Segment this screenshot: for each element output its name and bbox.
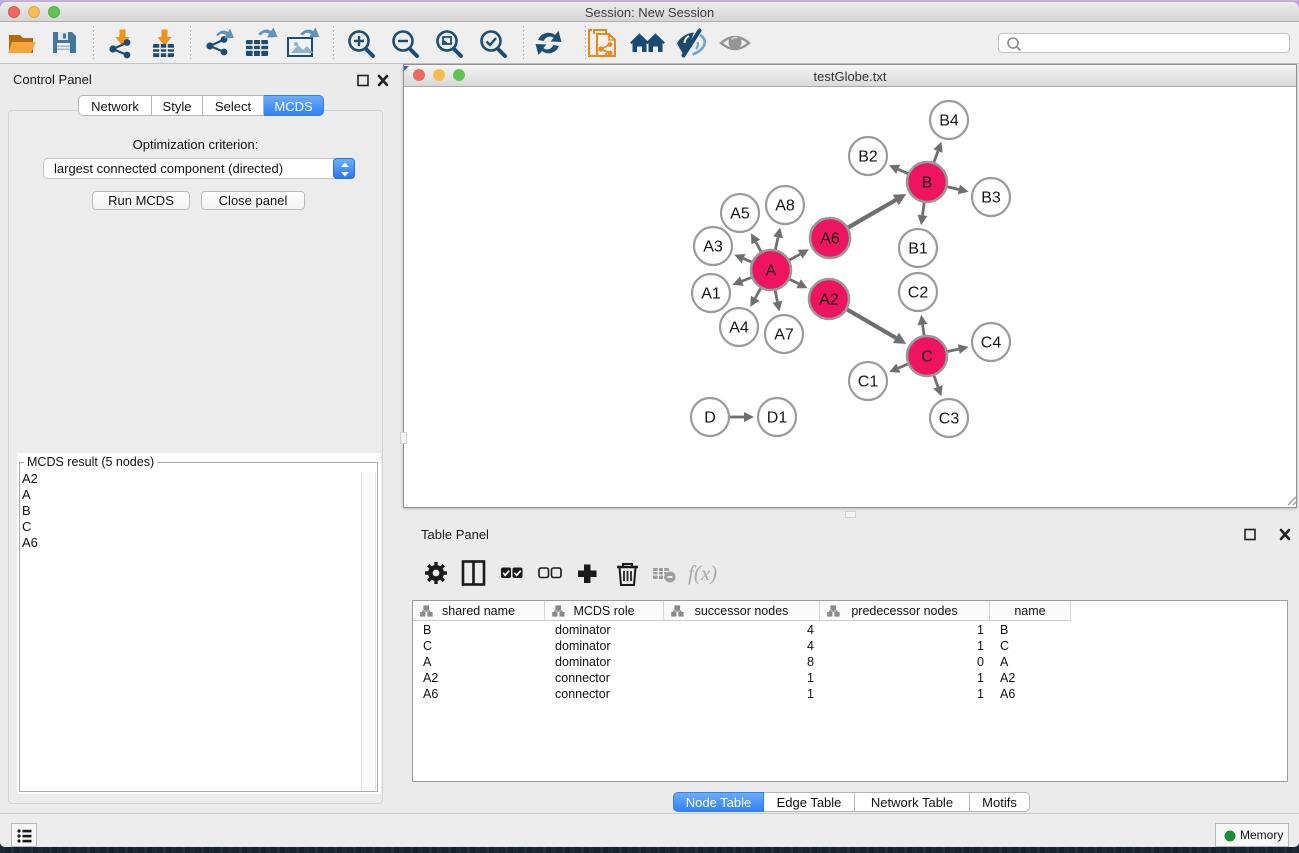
svg-text:B2: B2 <box>858 149 878 166</box>
svg-text:A5: A5 <box>730 206 750 223</box>
svg-text:A4: A4 <box>729 320 749 337</box>
svg-text:C3: C3 <box>939 411 960 428</box>
svg-text:f(x): f(x) <box>688 561 717 585</box>
svg-text:A: A <box>766 263 777 280</box>
svg-text:A3: A3 <box>703 239 723 256</box>
svg-text:D: D <box>704 410 716 427</box>
svg-text:B3: B3 <box>981 190 1001 207</box>
svg-text:B: B <box>922 175 933 192</box>
svg-text:A1: A1 <box>701 286 721 303</box>
svg-text:D1: D1 <box>767 410 788 427</box>
svg-text:C1: C1 <box>858 374 879 391</box>
svg-text:A6: A6 <box>820 231 840 248</box>
svg-text:A7: A7 <box>774 327 794 344</box>
svg-text:C4: C4 <box>981 335 1002 352</box>
svg-text:B1: B1 <box>908 241 928 258</box>
svg-text:C2: C2 <box>908 285 929 302</box>
svg-text:B4: B4 <box>939 113 959 130</box>
svg-text:A8: A8 <box>775 198 795 215</box>
svg-text:A2: A2 <box>819 292 839 309</box>
svg-text:C: C <box>921 349 933 366</box>
